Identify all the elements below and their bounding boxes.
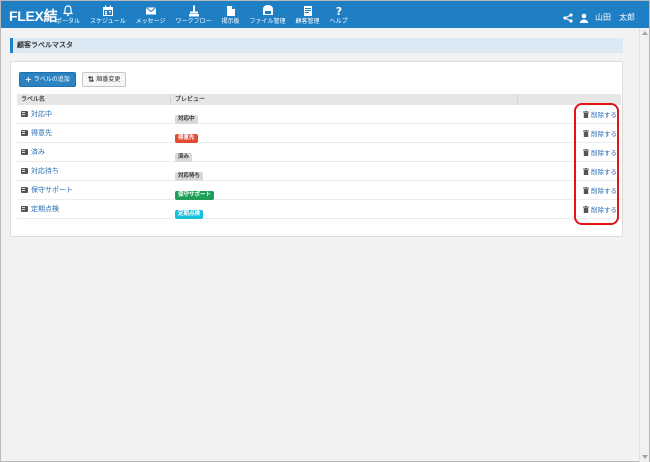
nav-file[interactable]: ファイル管理 bbox=[245, 1, 291, 28]
label-card-icon bbox=[21, 168, 28, 174]
toolbar: + ラベルの追加 ⇅ 順番変更 bbox=[19, 72, 127, 87]
user-icon[interactable] bbox=[579, 8, 589, 27]
label-card-icon bbox=[21, 111, 28, 117]
user-name[interactable]: 山田 太郎 bbox=[595, 12, 635, 23]
envelope-icon bbox=[144, 4, 158, 17]
label-preview-badge: 対応中 bbox=[175, 114, 198, 124]
label-preview-cell: 済み bbox=[171, 143, 518, 162]
workflow-icon bbox=[187, 4, 201, 17]
table-row: 定期点検 定期点検 削除する bbox=[17, 200, 621, 219]
label-preview-cell: 対応中 bbox=[171, 105, 518, 124]
reorder-text: 順番変更 bbox=[96, 76, 121, 83]
table-row: 済み 済み 削除する bbox=[17, 143, 621, 162]
add-label-button[interactable]: + ラベルの追加 bbox=[19, 72, 76, 87]
table-row: 対応中 対応中 削除する bbox=[17, 105, 621, 124]
share-icon[interactable] bbox=[563, 8, 573, 27]
nav-portal[interactable]: ポータル bbox=[51, 1, 85, 28]
nav-label: 掲示板 bbox=[221, 18, 240, 25]
nav-workflow[interactable]: ワークフロー bbox=[171, 1, 217, 28]
nav-schedule[interactable]: スケジュール bbox=[85, 1, 131, 28]
nav-label: スケジュール bbox=[90, 18, 126, 25]
nav-bulletin[interactable]: 掲示板 bbox=[217, 1, 245, 28]
label-preview-badge: 保守サポート bbox=[175, 190, 215, 200]
label-preview-badge: 済み bbox=[175, 152, 193, 162]
label-name-link[interactable]: 済み bbox=[31, 147, 45, 157]
sort-icon: ⇅ bbox=[87, 75, 95, 84]
label-name-link[interactable]: 得意先 bbox=[31, 128, 52, 138]
nav-message[interactable]: メッセージ bbox=[131, 1, 171, 28]
nav-label: ポータル bbox=[56, 18, 81, 25]
nav-label: メッセージ bbox=[135, 18, 166, 25]
label-preview-badge: 得意先 bbox=[175, 133, 198, 143]
nav-label: ファイル管理 bbox=[249, 18, 286, 25]
nav-help[interactable]: ? ヘルプ bbox=[325, 1, 353, 28]
label-preview-cell: 保守サポート bbox=[171, 181, 518, 200]
scroll-down-arrow-icon[interactable] bbox=[642, 455, 648, 459]
plus-icon: + bbox=[25, 75, 32, 84]
label-name-cell: 済み bbox=[17, 147, 171, 157]
svg-text:?: ? bbox=[335, 5, 341, 17]
label-master-panel: + ラベルの追加 ⇅ 順番変更 ラベル名 プレビュー 対応中 対応中 削除する bbox=[10, 61, 623, 237]
top-navbar: FLEX結 ポータル スケジュール メッセージ ワークフロー 掲示板 ファイル管… bbox=[1, 1, 649, 28]
calendar-icon bbox=[101, 4, 115, 17]
scroll-up-arrow-icon[interactable] bbox=[642, 31, 648, 35]
column-header-preview: プレビュー bbox=[171, 94, 518, 105]
nav-label: ワークフロー bbox=[175, 18, 212, 25]
reorder-button[interactable]: ⇅ 順番変更 bbox=[81, 72, 127, 87]
label-preview-badge: 定期点検 bbox=[175, 209, 204, 219]
help-icon: ? bbox=[332, 4, 346, 17]
label-card-icon bbox=[21, 206, 28, 212]
nav-customer[interactable]: 顧客管理 bbox=[291, 1, 325, 28]
label-name-cell: 対応待ち bbox=[17, 166, 171, 176]
page-title: 顧客ラベルマスタ bbox=[10, 38, 623, 53]
label-preview-cell: 定期点検 bbox=[171, 200, 518, 219]
label-preview-badge: 対応待ち bbox=[175, 171, 204, 181]
label-preview-cell: 対応待ち bbox=[171, 162, 518, 181]
user-area: 山田 太郎 bbox=[563, 8, 635, 27]
label-card-icon bbox=[21, 187, 28, 193]
nav-label: ヘルプ bbox=[329, 18, 348, 25]
label-table: ラベル名 プレビュー 対応中 対応中 削除する 得意先 得意先 削除する 済み … bbox=[17, 94, 621, 219]
table-header: ラベル名 プレビュー bbox=[17, 94, 621, 105]
vertical-scrollbar[interactable] bbox=[639, 28, 649, 462]
label-name-cell: 定期点検 bbox=[17, 204, 171, 214]
nav-label: 顧客管理 bbox=[295, 18, 320, 25]
main-nav: ポータル スケジュール メッセージ ワークフロー 掲示板 ファイル管理 顧客管理… bbox=[51, 1, 353, 28]
folder-icon bbox=[261, 4, 275, 17]
customer-icon bbox=[301, 4, 315, 17]
label-name-link[interactable]: 保守サポート bbox=[31, 185, 73, 195]
label-card-icon bbox=[21, 149, 28, 155]
label-name-link[interactable]: 対応中 bbox=[31, 109, 52, 119]
table-row: 対応待ち 対応待ち 削除する bbox=[17, 162, 621, 181]
label-card-icon bbox=[21, 130, 28, 136]
label-name-link[interactable]: 対応待ち bbox=[31, 166, 59, 176]
column-header-name: ラベル名 bbox=[17, 94, 171, 105]
label-preview-cell: 得意先 bbox=[171, 124, 518, 143]
bulletin-icon bbox=[224, 4, 238, 17]
label-name-cell: 得意先 bbox=[17, 128, 171, 138]
bell-icon bbox=[61, 4, 75, 17]
label-name-link[interactable]: 定期点検 bbox=[31, 204, 59, 214]
label-name-cell: 保守サポート bbox=[17, 185, 171, 195]
label-name-cell: 対応中 bbox=[17, 109, 171, 119]
delete-column-highlight bbox=[574, 103, 619, 225]
add-label-text: ラベルの追加 bbox=[33, 76, 70, 83]
table-row: 保守サポート 保守サポート 削除する bbox=[17, 181, 621, 200]
table-row: 得意先 得意先 削除する bbox=[17, 124, 621, 143]
table-body: 対応中 対応中 削除する 得意先 得意先 削除する 済み 済み 削除する 対応待… bbox=[17, 105, 621, 219]
